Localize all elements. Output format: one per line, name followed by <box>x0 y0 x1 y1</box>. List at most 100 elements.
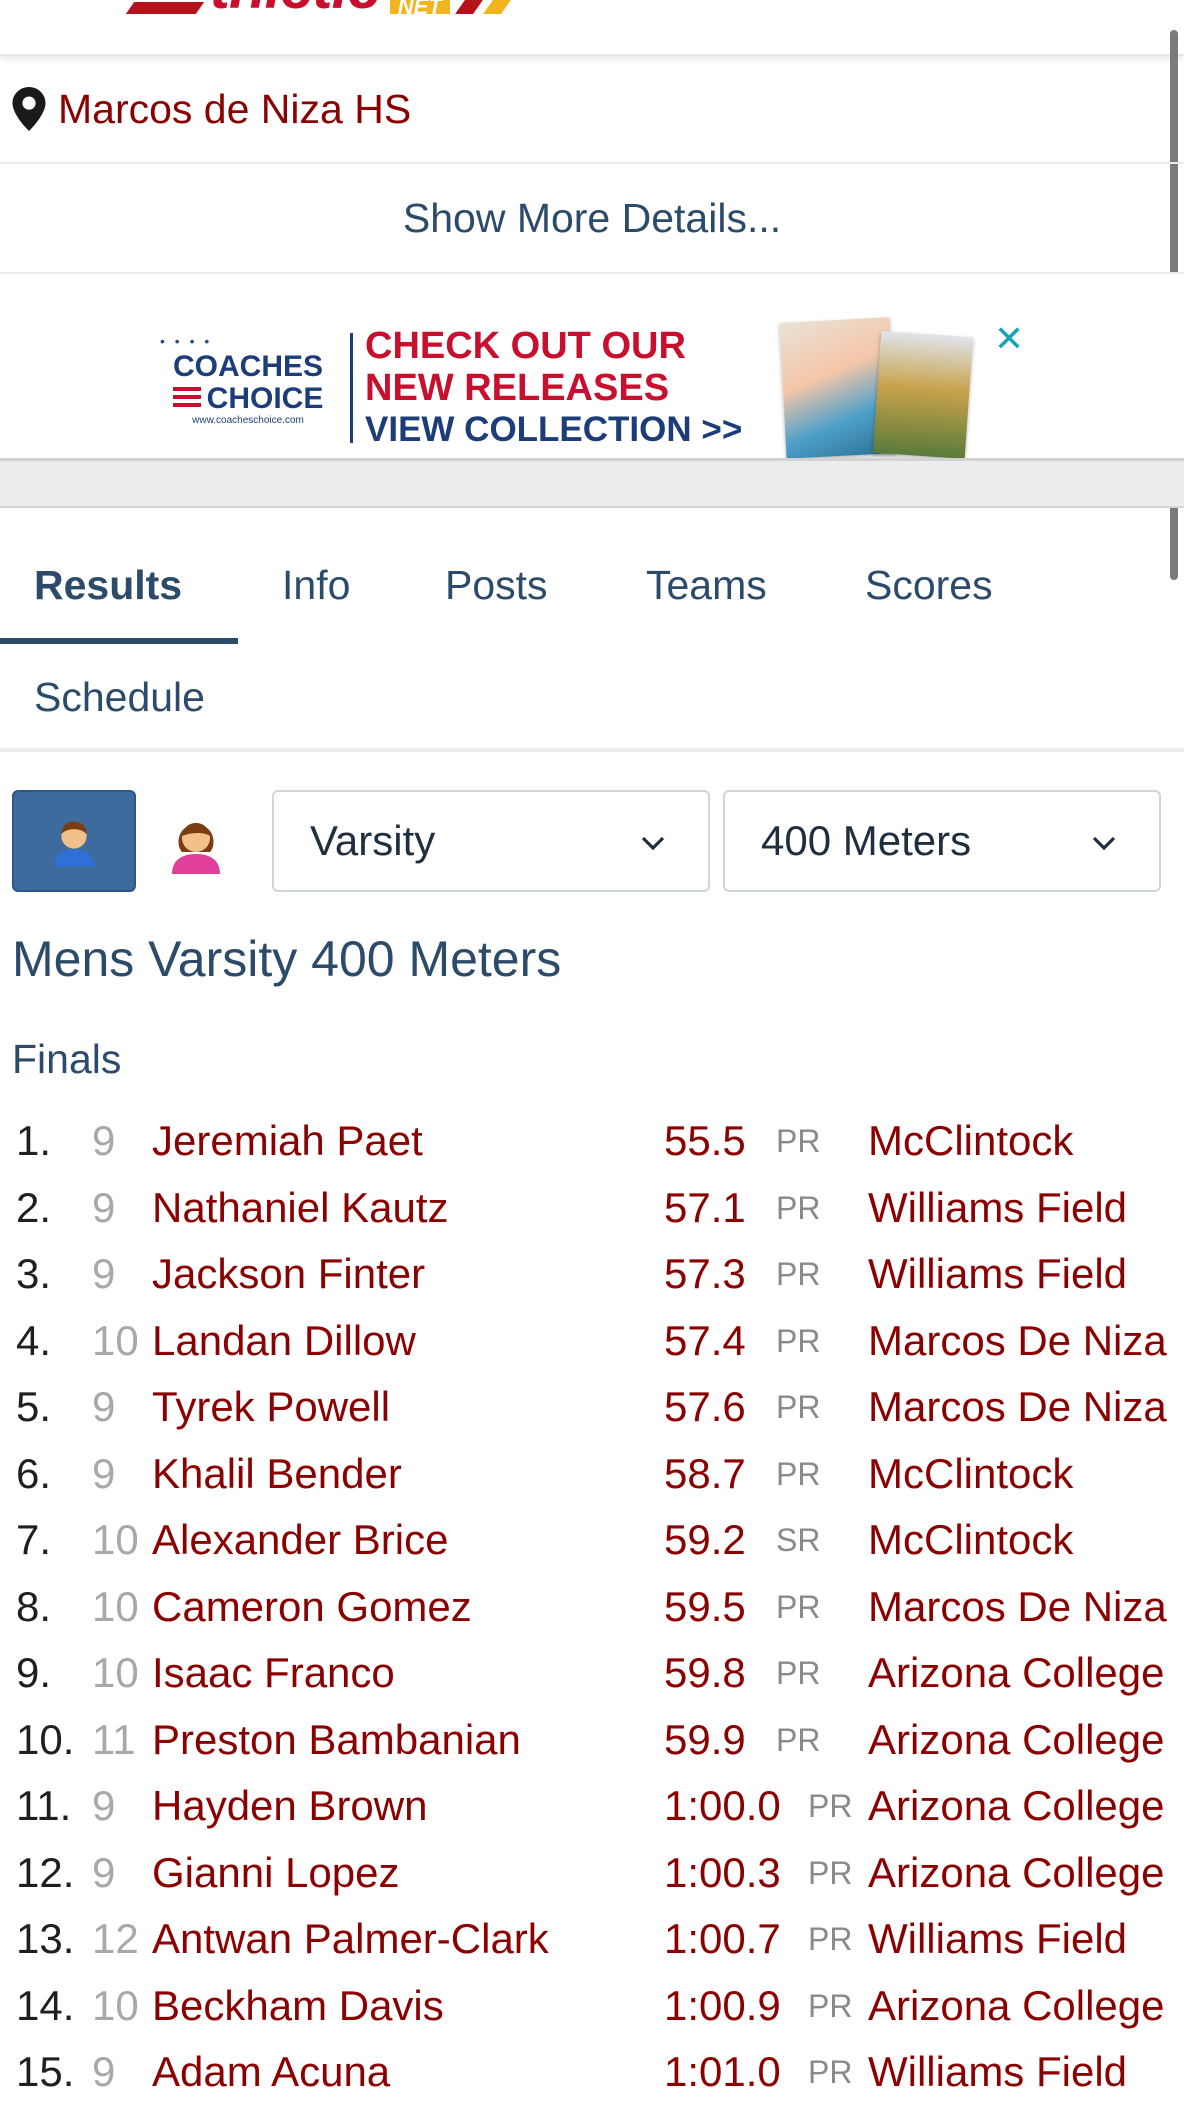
athlete-name-link[interactable]: Beckham Davis <box>152 1973 444 2039</box>
result-row: 14. 10 Beckham Davis 1:00.9 PR Arizona Colleg… <box>0 1973 1184 2040</box>
logo-net-badge: NET <box>389 0 450 18</box>
ad-close-icon[interactable]: ✕ <box>994 318 1024 360</box>
result-tag: PR <box>776 1455 821 1492</box>
result-mark-link[interactable]: 59.8 <box>664 1640 746 1706</box>
ad-divider <box>350 333 353 443</box>
team-name-link[interactable]: Williams Field <box>868 1906 1127 1972</box>
ad-area: • • • • COACHES CHOICE www.coacheschoice… <box>0 274 1184 460</box>
tab-posts[interactable]: Posts <box>445 562 548 609</box>
tab-info[interactable]: Info <box>282 562 350 609</box>
ad-brand-logo: • • • • COACHES CHOICE www.coacheschoice… <box>158 333 338 443</box>
athlete-name-link[interactable]: Adam Acuna <box>152 2039 390 2104</box>
female-person-icon[interactable] <box>164 812 228 876</box>
meet-location-row[interactable]: Marcos de Niza HS <box>0 56 1184 164</box>
result-place: 10. <box>16 1715 75 1763</box>
result-mark-link[interactable]: 57.4 <box>664 1308 746 1374</box>
event-title: Mens Varsity 400 Meters <box>12 931 562 987</box>
location-link[interactable]: Marcos de Niza HS <box>58 86 411 133</box>
result-mark-link[interactable]: 59.5 <box>664 1574 746 1640</box>
result-place: 14. <box>16 1981 75 2029</box>
team-name-link[interactable]: Williams Field <box>868 2039 1127 2104</box>
show-more-details-link[interactable]: Show More Details... <box>403 195 781 242</box>
tab-schedule[interactable]: Schedule <box>34 674 205 721</box>
result-row: 13. 12 Antwan Palmer-Clark 1:00.7 PR Williams… <box>0 1906 1184 1973</box>
team-name-link[interactable]: Arizona College <box>868 1773 1165 1839</box>
result-grade: 12 <box>92 1915 139 1962</box>
team-name-link[interactable]: McClintock <box>868 1507 1073 1573</box>
team-name-link[interactable]: McClintock <box>868 1441 1073 1507</box>
result-mark-link[interactable]: 1:00.0 <box>664 1773 781 1839</box>
result-grade: 9 <box>92 1183 116 1231</box>
result-place: 12. <box>16 1848 75 1896</box>
team-name-link[interactable]: Williams Field <box>868 1175 1127 1241</box>
athlete-name-link[interactable]: Isaac Franco <box>152 1640 395 1706</box>
ad-cta[interactable]: VIEW COLLECTION >> <box>365 409 742 451</box>
tab-results[interactable]: Results <box>34 562 182 609</box>
ad-book-images <box>779 317 983 460</box>
result-mark-link[interactable]: 1:00.7 <box>664 1906 781 1972</box>
result-mark-link[interactable]: 58.7 <box>664 1441 746 1507</box>
result-place: 15. <box>16 2048 75 2095</box>
team-name-link[interactable]: Williams Field <box>868 1241 1127 1307</box>
result-place: 5. <box>16 1383 52 1430</box>
result-tag: SR <box>776 1522 821 1558</box>
result-mark-link[interactable]: 59.2 <box>664 1507 746 1573</box>
result-mark-link[interactable]: 1:01.0 <box>664 2039 781 2104</box>
team-name-link[interactable]: Arizona College <box>868 1973 1165 2039</box>
result-grade: 11 <box>92 1715 136 1763</box>
tab-scores[interactable]: Scores <box>865 562 993 609</box>
athlete-name-link[interactable]: Jackson Finter <box>152 1241 425 1307</box>
result-mark-link[interactable]: 57.3 <box>664 1241 746 1307</box>
athlete-name-link[interactable]: Antwan Palmer-Clark <box>152 1906 549 1972</box>
result-row: 5. 9 Tyrek Powell 57.6 PR Marcos De Niza <box>0 1374 1184 1441</box>
team-name-link[interactable]: Arizona College <box>868 1840 1165 1906</box>
result-grade: 9 <box>92 1383 116 1430</box>
athlete-name-link[interactable]: Khalil Bender <box>152 1441 402 1507</box>
result-row: 6. 9 Khalil Bender 58.7 PR McClintock <box>0 1441 1184 1508</box>
team-name-link[interactable]: Marcos De Niza <box>868 1574 1167 1640</box>
chevron-down-icon <box>641 836 665 851</box>
result-grade: 10 <box>92 1516 139 1563</box>
chevron-down-icon <box>1092 836 1116 851</box>
ad-logo-line-1: COACHES <box>172 349 323 383</box>
result-mark-link[interactable]: 1:00.9 <box>664 1973 781 2039</box>
athlete-name-link[interactable]: Preston Bambanian <box>152 1707 521 1773</box>
result-mark-link[interactable]: 1:00.3 <box>664 1840 781 1906</box>
logo-slash-mark <box>125 2 205 14</box>
athlete-name-link[interactable]: Hayden Brown <box>152 1773 427 1839</box>
map-pin-icon <box>12 87 46 131</box>
logo-slash-mark-2 <box>454 0 483 14</box>
athlete-name-link[interactable]: Nathaniel Kautz <box>152 1175 449 1241</box>
team-name-link[interactable]: Marcos De Niza <box>868 1308 1167 1374</box>
team-name-link[interactable]: Arizona College <box>868 1640 1165 1706</box>
result-row: 4. 10 Landan Dillow 57.4 PR Marcos De Niza <box>0 1308 1184 1375</box>
level-select[interactable]: Varsity <box>272 790 710 892</box>
athlete-name-link[interactable]: Alexander Brice <box>152 1507 448 1573</box>
result-tag: PR <box>776 1588 821 1625</box>
result-place: 4. <box>16 1316 52 1364</box>
result-mark-link[interactable]: 57.6 <box>664 1374 746 1440</box>
result-grade: 10 <box>92 1582 139 1630</box>
athlete-name-link[interactable]: Tyrek Powell <box>152 1374 390 1440</box>
result-place: 13. <box>16 1915 75 1962</box>
result-place: 11. <box>16 1782 72 1829</box>
result-place: 6. <box>16 1449 52 1497</box>
site-logo[interactable]: thletic NET <box>125 0 511 18</box>
athlete-name-link[interactable]: Landan Dillow <box>152 1308 416 1374</box>
result-mark-link[interactable]: 57.1 <box>664 1175 746 1241</box>
result-mark-link[interactable]: 59.9 <box>664 1707 746 1773</box>
result-row: 12. 9 Gianni Lopez 1:00.3 PR Arizona College <box>0 1840 1184 1907</box>
result-tag: PR <box>808 1987 853 2024</box>
team-name-link[interactable]: McClintock <box>868 1108 1073 1174</box>
ad-banner[interactable]: • • • • COACHES CHOICE www.coacheschoice… <box>158 317 978 460</box>
athlete-name-link[interactable]: Jeremiah Paet <box>152 1108 423 1174</box>
male-filter-button[interactable] <box>12 790 136 892</box>
tab-teams[interactable]: Teams <box>646 562 767 609</box>
athlete-name-link[interactable]: Cameron Gomez <box>152 1574 472 1640</box>
team-name-link[interactable]: Arizona College <box>868 1707 1165 1773</box>
event-select[interactable]: 400 Meters <box>723 790 1161 892</box>
result-grade: 9 <box>92 1250 116 1297</box>
result-mark-link[interactable]: 55.5 <box>664 1108 746 1174</box>
athlete-name-link[interactable]: Gianni Lopez <box>152 1840 400 1906</box>
team-name-link[interactable]: Marcos De Niza <box>868 1374 1167 1440</box>
